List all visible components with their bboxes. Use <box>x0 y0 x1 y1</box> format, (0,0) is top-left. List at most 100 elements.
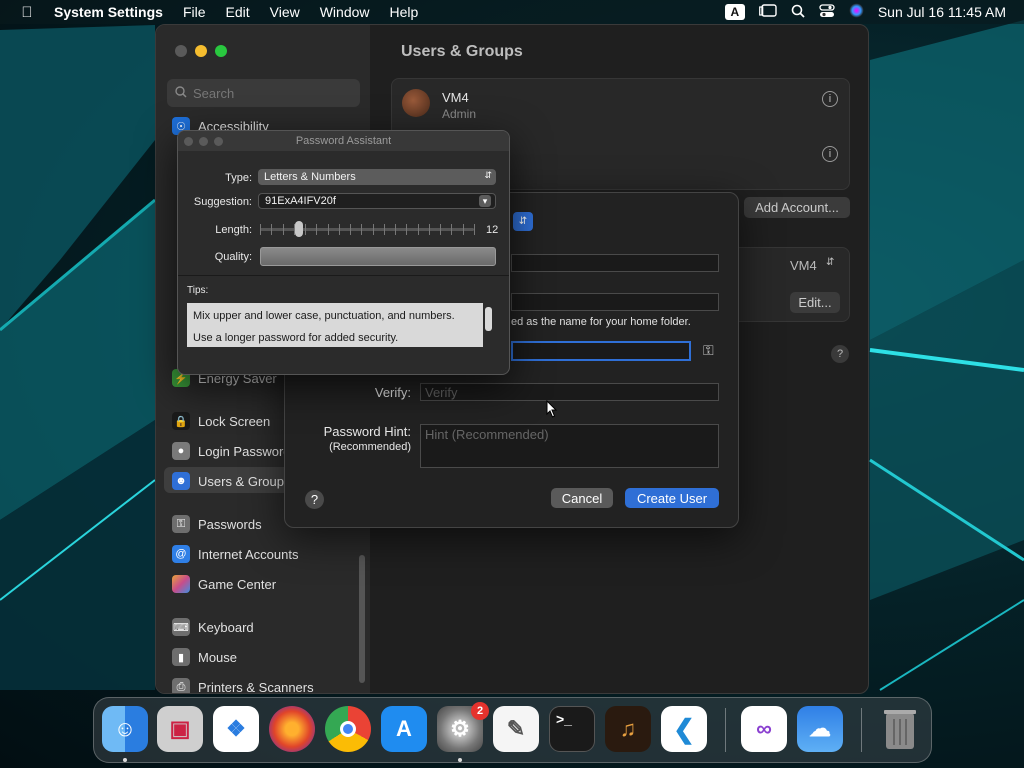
slider-tick <box>327 224 329 235</box>
window-menu[interactable]: Window <box>310 4 380 20</box>
apple-menu-icon[interactable]:  <box>0 4 54 21</box>
tip-item: Mix upper and lower case, punctuation, a… <box>193 310 455 322</box>
tips-scrollbar[interactable] <box>485 307 492 331</box>
sidebar-item-label: Internet Accounts <box>198 546 299 562</box>
textedit-icon[interactable]: ✎ <box>493 706 539 752</box>
length-slider-knob[interactable] <box>294 221 303 237</box>
zoom-window-button[interactable] <box>215 45 227 57</box>
printer-icon: ⎙ <box>172 678 190 693</box>
create-user-button[interactable]: Create User <box>625 488 719 508</box>
terminal-icon[interactable]: >_ <box>549 706 595 752</box>
trash-icon[interactable] <box>877 706 923 752</box>
view-menu[interactable]: View <box>260 4 310 20</box>
suggestion-combo[interactable]: 91ExA4IFV20f ▾ <box>258 193 496 209</box>
slider-tick <box>372 224 374 235</box>
edit-menu[interactable]: Edit <box>216 4 260 20</box>
sidebar-item-lock-screen[interactable]: 🔒 Lock Screen <box>172 410 270 432</box>
full-name-field[interactable] <box>511 254 719 272</box>
vscode-icon[interactable]: ❮ <box>661 706 707 752</box>
notification-badge: 2 <box>471 702 489 720</box>
sidebar-item-label: Mouse <box>198 649 238 665</box>
auto-login-value[interactable]: VM4 <box>790 258 817 273</box>
sidebar-item-label: Lock Screen <box>198 413 271 429</box>
sidebar-search-field[interactable]: Search <box>167 79 360 107</box>
password-hint-field[interactable]: Hint (Recommended) <box>420 424 719 468</box>
minimize-window-button[interactable] <box>195 45 207 57</box>
slider-tick <box>428 224 430 235</box>
help-icon[interactable]: ? <box>831 345 849 363</box>
firefox-icon[interactable] <box>269 706 315 752</box>
sidebar-item-login-password[interactable]: ● Login Password <box>172 440 291 462</box>
slider-tick <box>462 224 464 235</box>
account-type-chevron-icon[interactable]: ⇵ <box>513 212 533 231</box>
garageband-icon[interactable]: ♫ <box>605 706 651 752</box>
password-assistant-window: Password Assistant Type: Letters & Numbe… <box>177 130 510 375</box>
type-popup[interactable]: Letters & Numbers ⇵ <box>258 169 496 185</box>
launchpad-icon[interactable]: ▣ <box>157 706 203 752</box>
stage-manager-icon[interactable] <box>758 3 777 21</box>
password-assistant-key-icon[interactable]: ⚿ <box>703 342 714 359</box>
slider-tick <box>451 224 453 235</box>
menu-bar-clock[interactable]: Sun Jul 16 11:45 AM <box>878 4 1006 20</box>
siri-icon[interactable] <box>849 3 864 21</box>
mouse-icon: ▮ <box>172 648 190 666</box>
sidebar-item-label: Users & Groups <box>198 473 291 489</box>
users-icon: ☻ <box>172 472 190 490</box>
dock-separator <box>861 708 862 752</box>
guest-info-icon[interactable]: i <box>822 146 838 162</box>
user-info-icon[interactable]: i <box>822 91 838 107</box>
slider-tick <box>271 224 273 235</box>
close-window-button[interactable] <box>175 45 187 57</box>
sidebar-item-passwords[interactable]: ⚿ Passwords <box>172 513 262 535</box>
menu-bar:  System Settings File Edit View Window … <box>0 0 1024 24</box>
sidebar-item-mouse[interactable]: ▮ Mouse <box>172 646 237 668</box>
help-menu[interactable]: Help <box>380 4 429 20</box>
slider-tick <box>440 224 442 235</box>
running-indicator <box>458 758 462 762</box>
sidebar-item-label: Game Center <box>198 576 277 592</box>
visual-studio-icon[interactable]: ∞ <box>741 706 787 752</box>
verify-field[interactable]: Verify <box>420 383 719 401</box>
password-field[interactable] <box>511 341 691 361</box>
app-menu[interactable]: System Settings <box>54 4 173 20</box>
input-source-icon[interactable]: A <box>724 4 745 20</box>
type-value: Letters & Numbers <box>264 171 356 183</box>
password-icon: ● <box>172 442 190 460</box>
help-button[interactable]: ? <box>305 490 324 509</box>
dock-separator <box>725 708 726 752</box>
divider <box>178 275 509 276</box>
sidebar-scrollbar[interactable] <box>359 555 365 683</box>
safari-icon[interactable]: ❖ <box>213 706 259 752</box>
user-name: VM4 <box>442 90 469 105</box>
sidebar-item-printers-scanners[interactable]: ⎙ Printers & Scanners <box>172 676 314 693</box>
weather-icon[interactable]: ☁ <box>797 706 843 752</box>
edit-button[interactable]: Edit... <box>790 292 840 313</box>
system-settings-icon[interactable]: ⚙ 2 <box>437 702 489 752</box>
user-avatar <box>402 89 430 117</box>
spotlight-search-icon[interactable] <box>791 4 805 21</box>
password-assistant-titlebar[interactable]: Password Assistant <box>178 131 509 151</box>
add-account-button[interactable]: Add Account... <box>744 197 850 218</box>
tips-box: Mix upper and lower case, punctuation, a… <box>187 303 483 347</box>
control-center-icon[interactable] <box>819 3 835 21</box>
finder-icon[interactable]: ☺ <box>102 706 148 752</box>
zoom-window-button[interactable] <box>214 137 223 146</box>
account-name-field[interactable] <box>511 293 719 311</box>
sidebar-item-users-groups[interactable]: ☻ Users & Groups <box>172 470 290 492</box>
tips-label: Tips: <box>187 285 209 296</box>
app-store-icon[interactable]: A <box>381 706 427 752</box>
file-menu[interactable]: File <box>173 4 216 20</box>
search-placeholder: Search <box>193 85 235 101</box>
minimize-window-button[interactable] <box>199 137 208 146</box>
chrome-icon[interactable] <box>325 706 371 752</box>
cancel-button[interactable]: Cancel <box>551 488 613 508</box>
user-role: Admin <box>442 107 477 121</box>
sidebar-item-keyboard[interactable]: ⌨ Keyboard <box>172 616 254 638</box>
suggestion-value: 91ExA4IFV20f <box>265 195 336 207</box>
dock: ☺ ▣ ❖ A ⚙ 2 ✎ >_ ♫ ❮ ∞ ☁ <box>93 697 932 763</box>
close-window-button[interactable] <box>184 137 193 146</box>
page-title: Users & Groups <box>401 43 523 60</box>
sidebar-item-game-center[interactable]: Game Center <box>172 573 276 595</box>
sidebar-item-label: Login Password <box>198 443 291 459</box>
sidebar-item-internet-accounts[interactable]: @ Internet Accounts <box>172 543 298 565</box>
